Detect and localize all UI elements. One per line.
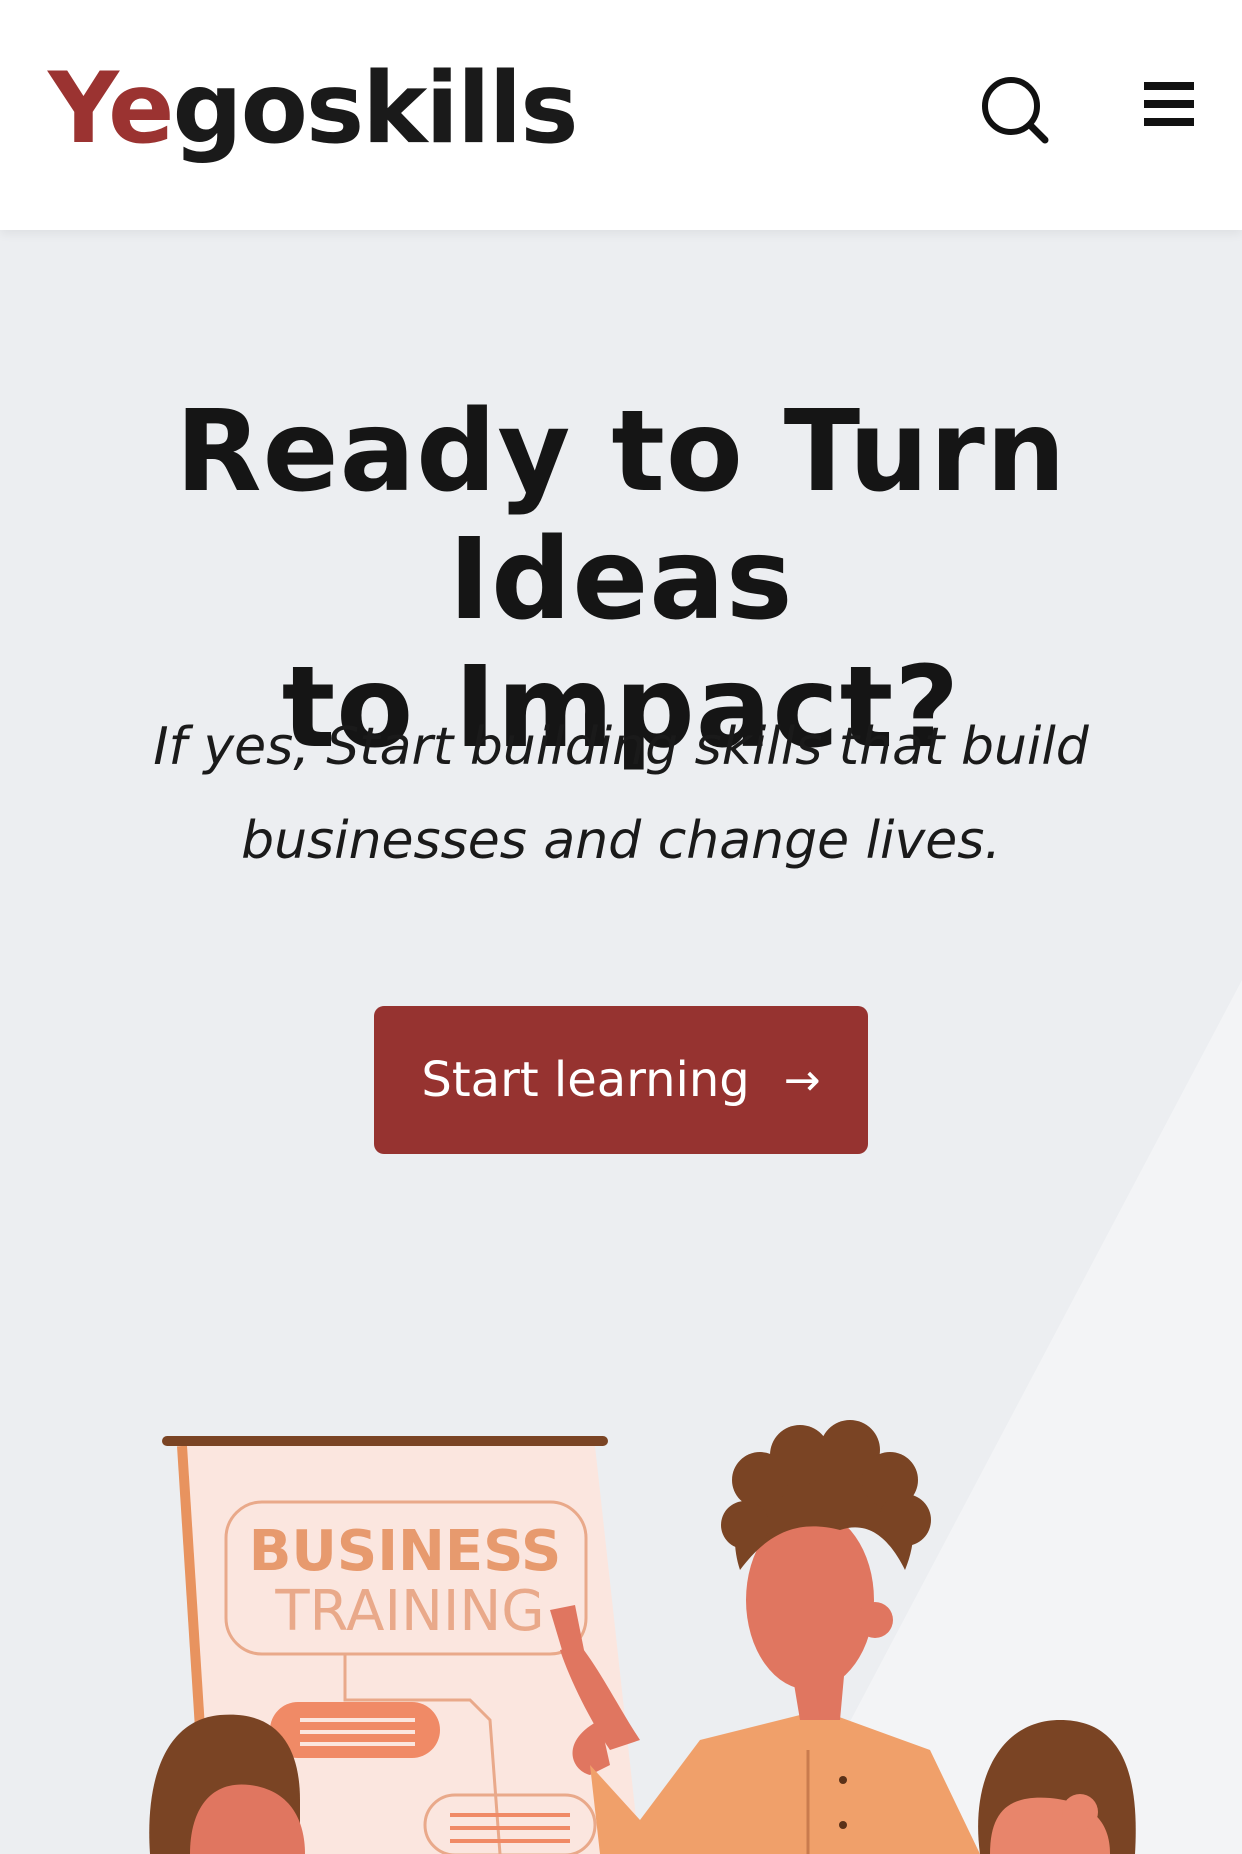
logo-text: goskills bbox=[172, 52, 578, 166]
search-icon bbox=[982, 77, 1049, 144]
hero-subheadline: If yes, Start building skills that build… bbox=[100, 700, 1142, 888]
search-button[interactable] bbox=[975, 70, 1055, 150]
logo-accent: Ye bbox=[48, 52, 174, 166]
menu-button[interactable] bbox=[1138, 78, 1198, 130]
site-header: Yegoskills bbox=[0, 0, 1242, 230]
headline-line-1: Ready to Turn Ideas bbox=[175, 387, 1067, 645]
board-title-line-1: BUSINESS bbox=[249, 1519, 562, 1584]
logo[interactable]: Yegoskills bbox=[48, 60, 579, 158]
start-learning-label: Start learning bbox=[421, 1052, 750, 1108]
subline-line-2: businesses and change lives. bbox=[241, 811, 1001, 871]
hamburger-menu-icon bbox=[1144, 82, 1194, 126]
business-training-illustration: BUSINESS TRAINING bbox=[149, 1420, 1136, 1854]
start-learning-button[interactable]: Start learning → bbox=[374, 1006, 868, 1154]
subline-line-1: If yes, Start building skills that build bbox=[153, 717, 1089, 777]
board-title-line-2: TRAINING bbox=[274, 1579, 544, 1644]
arrow-right-icon: → bbox=[783, 1054, 821, 1106]
audience-member-right bbox=[978, 1720, 1136, 1854]
